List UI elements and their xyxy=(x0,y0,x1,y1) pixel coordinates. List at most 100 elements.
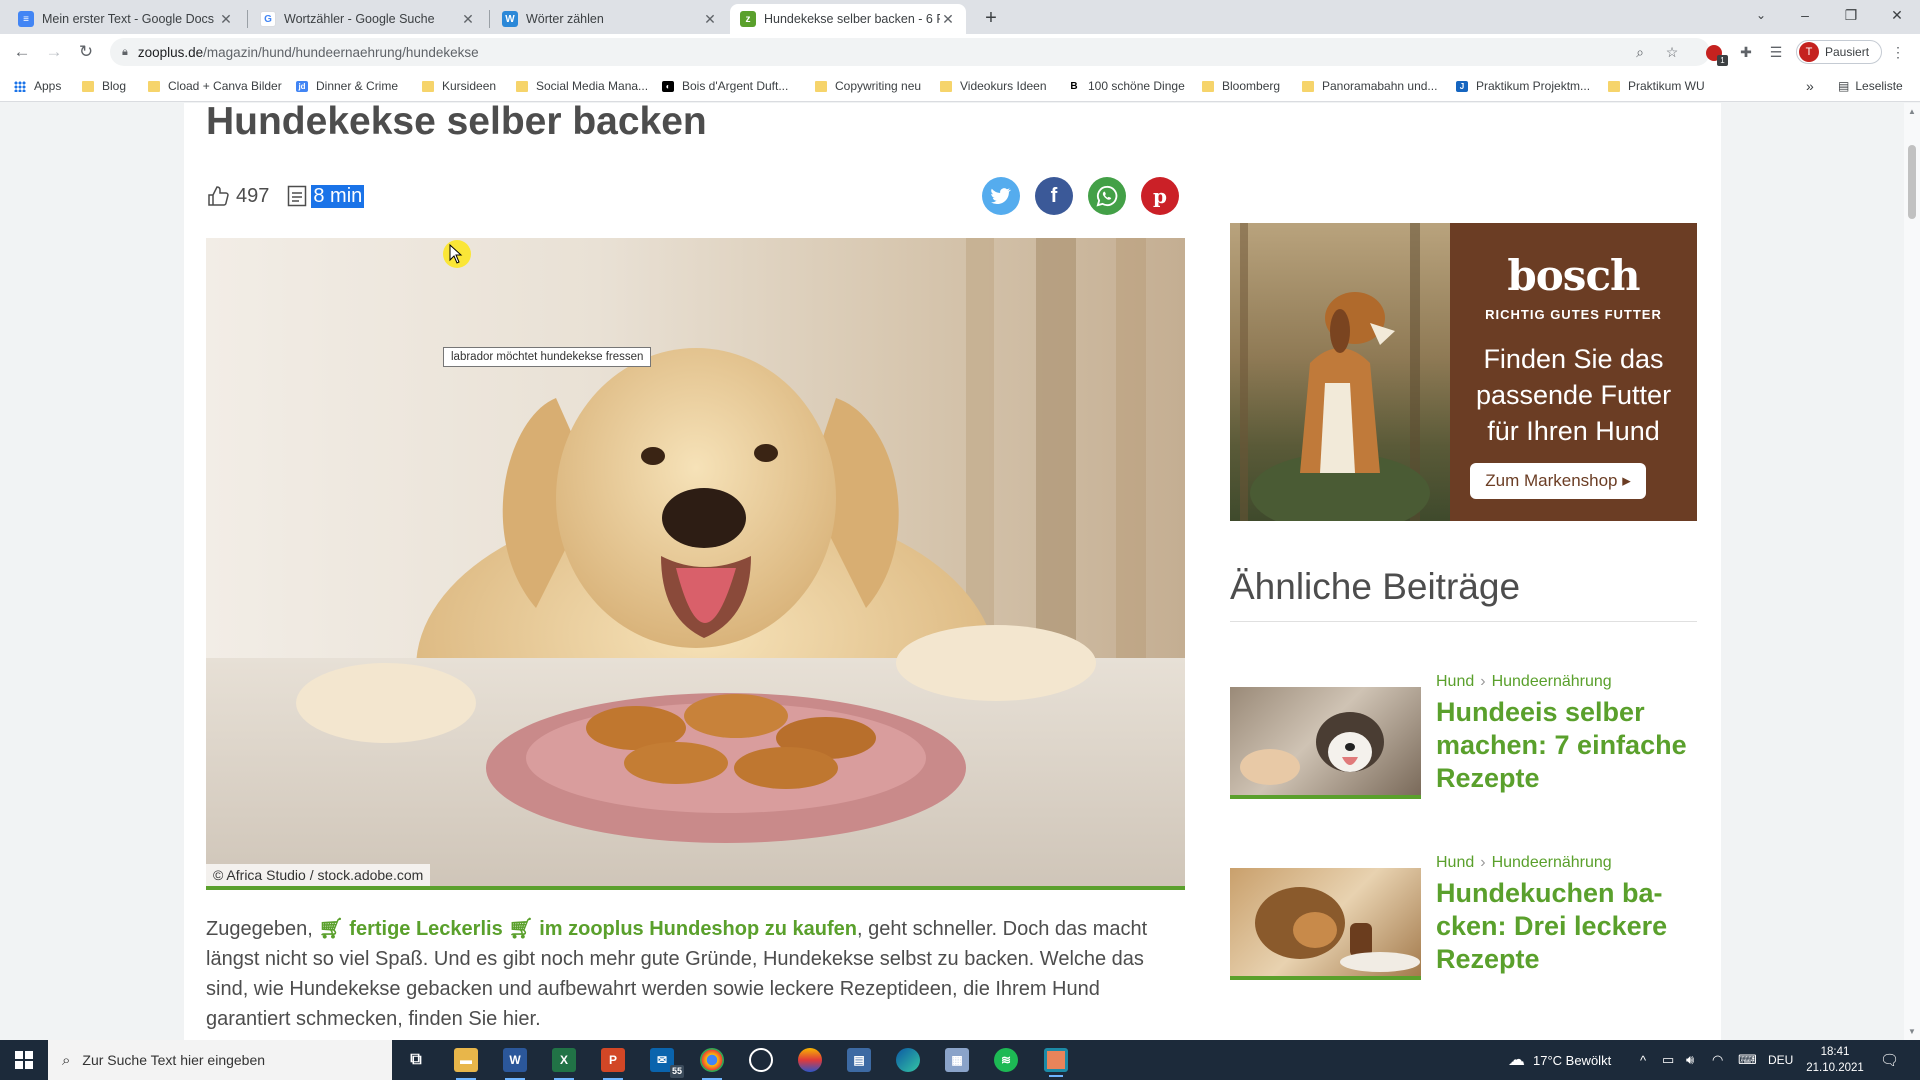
word-icon[interactable]: W xyxy=(503,1048,527,1080)
bookmark-bloomberg[interactable]: Bloomberg xyxy=(1202,78,1280,94)
app-icon[interactable] xyxy=(798,1048,822,1072)
tab-google-docs[interactable]: ≡ Mein erster Text - Google Docs ✕ xyxy=(8,4,244,34)
bookmark-bois-dargent[interactable]: ◐ Bois d'Argent Duft... xyxy=(662,78,788,94)
tab-hundekekse[interactable]: z Hundekekse selber backen - 6 Re ✕ xyxy=(730,4,966,34)
excel-icon[interactable]: X xyxy=(552,1048,576,1080)
bookmark-blog[interactable]: Blog xyxy=(82,78,126,94)
whatsapp-share-button[interactable] xyxy=(1088,177,1126,215)
reading-list-button[interactable]: ▤ Leseliste xyxy=(1838,78,1903,94)
crumb-hund[interactable]: Hund xyxy=(1436,854,1474,871)
extension-icon[interactable]: 1 xyxy=(1704,42,1728,67)
related-post-title[interactable]: Hundekuchen ba-cken: Drei leckere Rezept… xyxy=(1436,877,1706,976)
crumb-hundeernaehrung[interactable]: Hundeernährung xyxy=(1492,854,1612,871)
markenshop-button[interactable]: Zum Markenshop ▸ xyxy=(1470,463,1646,499)
chevron-right-icon: › xyxy=(1480,673,1486,690)
bookmarks-bar: Apps Blog Cload + Canva Bilder jd Dinner … xyxy=(0,70,1920,102)
task-view-icon[interactable]: ⧉ xyxy=(404,1048,428,1072)
weather-widget[interactable]: ☁ 17°C Bewölkt xyxy=(1508,1040,1611,1080)
bookmark-star-icon[interactable]: ☆ xyxy=(1662,42,1682,62)
bookmark-social-media[interactable]: Social Media Mana... xyxy=(516,78,648,94)
active-app-icon[interactable] xyxy=(1044,1048,1068,1077)
back-icon[interactable]: ← xyxy=(10,40,34,64)
bookmark-copywriting[interactable]: Copywriting neu xyxy=(815,78,921,94)
image-credit: © Africa Studio / stock.adobe.com xyxy=(206,864,431,886)
bookmarks-overflow[interactable]: » xyxy=(1806,78,1814,94)
taskbar-search[interactable]: ⌕ Zur Suche Text hier eingeben xyxy=(48,1040,392,1080)
facebook-share-button[interactable]: f xyxy=(1035,177,1073,215)
folder-icon xyxy=(516,80,528,92)
scrollbar-thumb[interactable] xyxy=(1908,145,1916,219)
minimize-button[interactable]: – xyxy=(1782,0,1828,30)
document-app-icon[interactable]: ▦ xyxy=(945,1048,969,1072)
show-hidden-icons[interactable]: ^ xyxy=(1640,1040,1646,1080)
tab-search-icon[interactable]: ⌄ xyxy=(1738,0,1784,30)
facebook-icon: f xyxy=(1050,184,1058,207)
link-fertige-leckerlis[interactable]: 🛒︎ fertige Leckerlis xyxy=(318,918,502,940)
address-bar[interactable]: 🔒︎ zooplus.de/magazin/hund/hundeernaehru… xyxy=(110,38,1710,66)
wifi-icon[interactable]: ◠ xyxy=(1712,1040,1723,1080)
forward-icon[interactable]: → xyxy=(42,40,66,64)
puzzle-icon[interactable]: ✚ xyxy=(1736,42,1756,62)
bookmark-praktikum-wu[interactable]: Praktikum WU xyxy=(1608,78,1705,94)
powerpoint-icon[interactable]: P xyxy=(601,1048,625,1080)
bookmark-panoramabahn[interactable]: Panoramabahn und... xyxy=(1302,78,1437,94)
link-zooplus-hundeshop[interactable]: 🛒︎ im zooplus Hundeshop zu kaufen xyxy=(508,918,857,940)
language-indicator[interactable]: DEU xyxy=(1768,1040,1793,1080)
chrome-icon[interactable] xyxy=(700,1048,724,1080)
close-icon[interactable]: ✕ xyxy=(460,11,476,28)
related-post-image[interactable] xyxy=(1230,687,1421,799)
network-icon[interactable]: ▭ xyxy=(1662,1040,1674,1080)
keyboard-icon[interactable]: ⌨ xyxy=(1738,1040,1757,1080)
document-icon xyxy=(288,185,307,207)
twitter-share-button[interactable] xyxy=(982,177,1020,215)
scroll-down-icon[interactable]: ▼ xyxy=(1907,1027,1917,1036)
close-icon[interactable]: ✕ xyxy=(702,11,718,28)
mail-icon[interactable]: ✉ 55 xyxy=(650,1048,684,1078)
system-clock[interactable]: 18:41 21.10.2021 xyxy=(1800,1044,1870,1076)
bookmark-kursideen[interactable]: Kursideen xyxy=(422,78,496,94)
restore-button[interactable]: ❐ xyxy=(1828,0,1874,30)
menu-icon[interactable]: ⋮ xyxy=(1888,42,1908,62)
bookmark-videokurs[interactable]: Videokurs Ideen xyxy=(940,78,1047,94)
volume-icon[interactable]: 🔊︎ xyxy=(1686,1040,1694,1080)
reload-icon[interactable]: ↻ xyxy=(74,40,98,64)
crumb-hund[interactable]: Hund xyxy=(1436,673,1474,690)
close-icon[interactable]: ✕ xyxy=(218,11,234,28)
related-post-breadcrumb: Hund › Hundeernährung xyxy=(1436,673,1612,691)
article-meta: 497 8 min xyxy=(206,183,365,209)
tab-google-search[interactable]: G Wortzähler - Google Suche ✕ xyxy=(250,4,486,34)
start-button[interactable] xyxy=(0,1040,48,1080)
chevron-right-icon: › xyxy=(1480,854,1486,871)
scroll-up-icon[interactable]: ▲ xyxy=(1907,107,1917,116)
close-icon[interactable]: ✕ xyxy=(940,11,956,28)
bosch-ad-banner[interactable]: bosch RICHTIG GUTES FUTTER Finden Sie da… xyxy=(1230,223,1697,521)
bookmark-dinner-crime[interactable]: jd Dinner & Crime xyxy=(296,78,398,94)
related-post-title[interactable]: Hundeeis selber machen: 7 einfache Rezep… xyxy=(1436,696,1706,795)
crumb-hundeernaehrung[interactable]: Hundeernährung xyxy=(1492,673,1612,690)
bookmark-praktikum-projekt[interactable]: J Praktikum Projektm... xyxy=(1456,78,1590,94)
folder-icon xyxy=(422,80,434,92)
close-window-button[interactable]: ✕ xyxy=(1874,0,1920,30)
notifications-icon[interactable]: 🗨︎ xyxy=(1880,1040,1899,1080)
obs-icon[interactable] xyxy=(749,1048,773,1072)
file-explorer-icon[interactable]: ▬ xyxy=(454,1048,478,1080)
related-post-image[interactable] xyxy=(1230,868,1421,980)
page-scrollbar[interactable]: ▲ ▼ xyxy=(1904,103,1920,1040)
thumbs-up-icon[interactable] xyxy=(206,184,230,208)
zooplus-icon: z xyxy=(740,11,756,27)
notepad-icon[interactable]: ▤ xyxy=(847,1048,871,1072)
spotify-icon[interactable]: ≋ xyxy=(994,1048,1018,1072)
ad-claim: Finden Sie das passende Futter für Ihren… xyxy=(1475,344,1672,446)
new-tab-button[interactable]: + xyxy=(978,6,1004,32)
tab-woerter-zaehlen[interactable]: W Wörter zählen ✕ xyxy=(492,4,728,34)
bookmark-apps[interactable]: Apps xyxy=(14,78,61,94)
bookmark-canva[interactable]: Cload + Canva Bilder xyxy=(148,78,282,94)
edge-icon[interactable] xyxy=(896,1048,920,1072)
folder-icon xyxy=(1202,80,1214,92)
bookmark-100-dinge[interactable]: B 100 schöne Dinge xyxy=(1068,78,1185,94)
reading-list-icon[interactable]: ☰ xyxy=(1766,42,1786,62)
profile-button[interactable]: T Pausiert xyxy=(1796,40,1882,64)
pinterest-share-button[interactable]: p xyxy=(1141,177,1179,215)
zoom-icon[interactable]: ⌕ xyxy=(1630,42,1650,62)
j-icon: J xyxy=(1456,80,1468,92)
